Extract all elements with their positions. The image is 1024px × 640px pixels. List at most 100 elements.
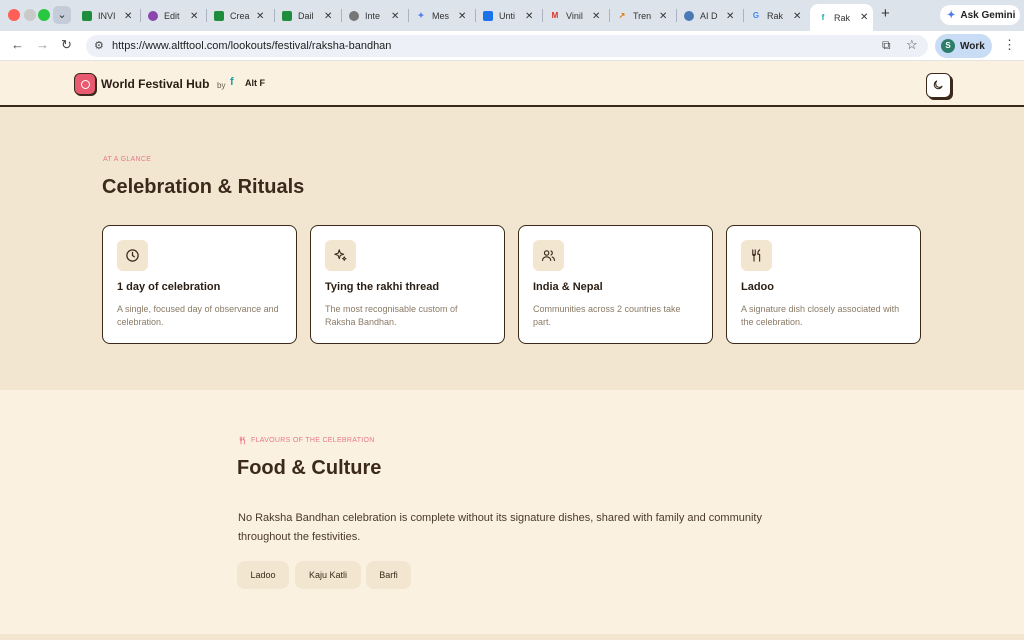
tab-crea[interactable]: Crea ✕ [214, 4, 264, 28]
altf-icon: f [821, 12, 825, 22]
profile-button[interactable]: S Work [935, 34, 992, 58]
docs-icon [483, 11, 493, 21]
tab-tren[interactable]: ↗ Tren ✕ [617, 4, 668, 28]
bookmark-star-icon[interactable]: ☆ [906, 37, 918, 53]
tab-search-chevron-icon[interactable]: ⌄ [53, 6, 71, 24]
tab-label: Tren [633, 11, 652, 21]
url-text[interactable]: https://www.altftool.com/lookouts/festiv… [112, 40, 391, 52]
forward-arrow-icon[interactable]: → [36, 37, 49, 52]
section-eyebrow: AT A GLANCE [103, 156, 152, 163]
browser-menu-icon[interactable]: ⋮ [1003, 37, 1016, 53]
maximize-window-button[interactable] [38, 9, 50, 21]
at-a-glance-section: AT A GLANCE Celebration & Rituals 1 day … [0, 107, 1024, 390]
install-app-icon[interactable]: ⧉ [882, 38, 891, 53]
people-icon [533, 240, 564, 271]
browser-toolbar: ← → ↻ ⚙ https://www.altftool.com/lookout… [0, 31, 1024, 61]
section-title: Celebration & Rituals [102, 176, 305, 198]
sparkles-icon [325, 240, 356, 271]
tab-label: Vinil [566, 11, 583, 21]
card-title: Ladoo [741, 281, 774, 293]
close-tab-icon[interactable]: ✕ [391, 11, 399, 22]
browser-tab-bar: ⌄ INVI ✕ Edit ✕ Crea ✕ Dail ✕ Inte ✕ ✦ M… [0, 0, 1024, 31]
by-label: by [217, 81, 226, 90]
tab-label: INVI [98, 11, 116, 21]
back-arrow-icon[interactable]: ← [11, 37, 24, 52]
tab-unti[interactable]: Unti ✕ [483, 4, 533, 28]
card-title: Tying the rakhi thread [325, 281, 440, 293]
tab-label: Rak [767, 11, 784, 21]
close-tab-icon[interactable]: ✕ [793, 11, 801, 22]
tab-rak-active[interactable]: f Rak ✕ [810, 4, 873, 31]
close-tab-icon[interactable]: ✕ [860, 12, 868, 23]
tab-ai-d[interactable]: AI D ✕ [684, 4, 734, 28]
gemini-icon: ✦ [947, 9, 956, 21]
trends-icon: ↗ [618, 11, 626, 20]
utensils-icon [741, 240, 772, 271]
tab-mes[interactable]: ✦ Mes ✕ [416, 4, 467, 28]
close-tab-icon[interactable]: ✕ [324, 11, 332, 22]
reload-icon[interactable]: ↻ [61, 37, 72, 53]
card-dish: Ladoo A signature dish closely associate… [726, 225, 921, 344]
gemini-icon: ✦ [417, 11, 425, 20]
tab-inte[interactable]: Inte ✕ [349, 4, 399, 28]
card-description: Communities across 2 countries take part… [533, 304, 681, 327]
profile-label: Work [960, 40, 985, 52]
card-description: A signature dish closely associated with… [741, 304, 900, 327]
card-region: India & Nepal Communities across 2 count… [518, 225, 713, 344]
sheets-icon [282, 11, 292, 21]
moon-icon [933, 80, 943, 90]
close-tab-icon[interactable]: ✕ [256, 11, 264, 22]
close-window-button[interactable] [8, 9, 20, 21]
section-eyebrow: FLAVOURS OF THE CELEBRATION [251, 437, 375, 444]
tab-label: Rak [834, 12, 851, 23]
festival-logo-icon[interactable] [74, 73, 96, 95]
next-section-edge [0, 634, 1024, 640]
ask-gemini-button[interactable]: ✦ Ask Gemini [940, 5, 1020, 25]
utensils-icon [238, 436, 247, 447]
tab-separator [542, 9, 543, 22]
close-tab-icon[interactable]: ✕ [592, 11, 600, 22]
tab-label: Inte [365, 11, 381, 21]
close-tab-icon[interactable]: ✕ [525, 11, 533, 22]
tab-separator [609, 9, 610, 22]
tab-separator [341, 9, 342, 22]
avatar: S [941, 39, 955, 53]
tab-vinil[interactable]: M Vinil ✕ [550, 4, 601, 28]
tab-label: AI D [700, 11, 718, 21]
close-tab-icon[interactable]: ✕ [659, 11, 667, 22]
card-duration: 1 day of celebration A single, focused d… [102, 225, 297, 344]
dish-chip[interactable]: Barfi [366, 561, 411, 589]
tab-edit[interactable]: Edit ✕ [148, 4, 198, 28]
card-title: 1 day of celebration [117, 281, 221, 293]
tab-separator [475, 9, 476, 22]
close-tab-icon[interactable]: ✕ [458, 11, 466, 22]
dish-chip[interactable]: Ladoo [237, 561, 289, 589]
tab-rak-google[interactable]: G Rak ✕ [751, 4, 802, 28]
altf-logo-icon[interactable]: f [230, 76, 234, 88]
card-description: The most recognisable custom of Raksha B… [325, 304, 458, 327]
theme-toggle-button[interactable] [926, 73, 951, 98]
address-bar[interactable]: ⚙ https://www.altftool.com/lookouts/fest… [86, 35, 928, 57]
new-tab-button[interactable]: + [881, 5, 890, 22]
tab-label: Mes [432, 11, 450, 21]
section-title: Food & Culture [237, 457, 382, 479]
tab-label: Unti [499, 11, 516, 21]
dish-chip[interactable]: Kaju Katli [295, 561, 361, 589]
gmail-icon: M [551, 11, 559, 20]
tab-dail[interactable]: Dail ✕ [282, 4, 332, 28]
close-tab-icon[interactable]: ✕ [190, 11, 198, 22]
site-brand[interactable]: World Festival Hub [101, 77, 209, 91]
partner-name[interactable]: Alt F [245, 78, 265, 88]
site-header: World Festival Hub by f Alt F [0, 62, 1024, 107]
tab-invi[interactable]: INVI ✕ [82, 4, 132, 28]
close-tab-icon[interactable]: ✕ [124, 11, 132, 22]
site-settings-icon[interactable]: ⚙ [94, 39, 104, 52]
food-description: No Raksha Bandhan celebration is complet… [238, 512, 762, 543]
clock-icon [117, 240, 148, 271]
close-tab-icon[interactable]: ✕ [726, 11, 734, 22]
card-description: A single, focused day of observance and … [117, 304, 279, 327]
minimize-window-button[interactable] [24, 9, 36, 21]
tab-separator [676, 9, 677, 22]
ai-icon [684, 11, 694, 21]
globe-icon [349, 11, 359, 21]
